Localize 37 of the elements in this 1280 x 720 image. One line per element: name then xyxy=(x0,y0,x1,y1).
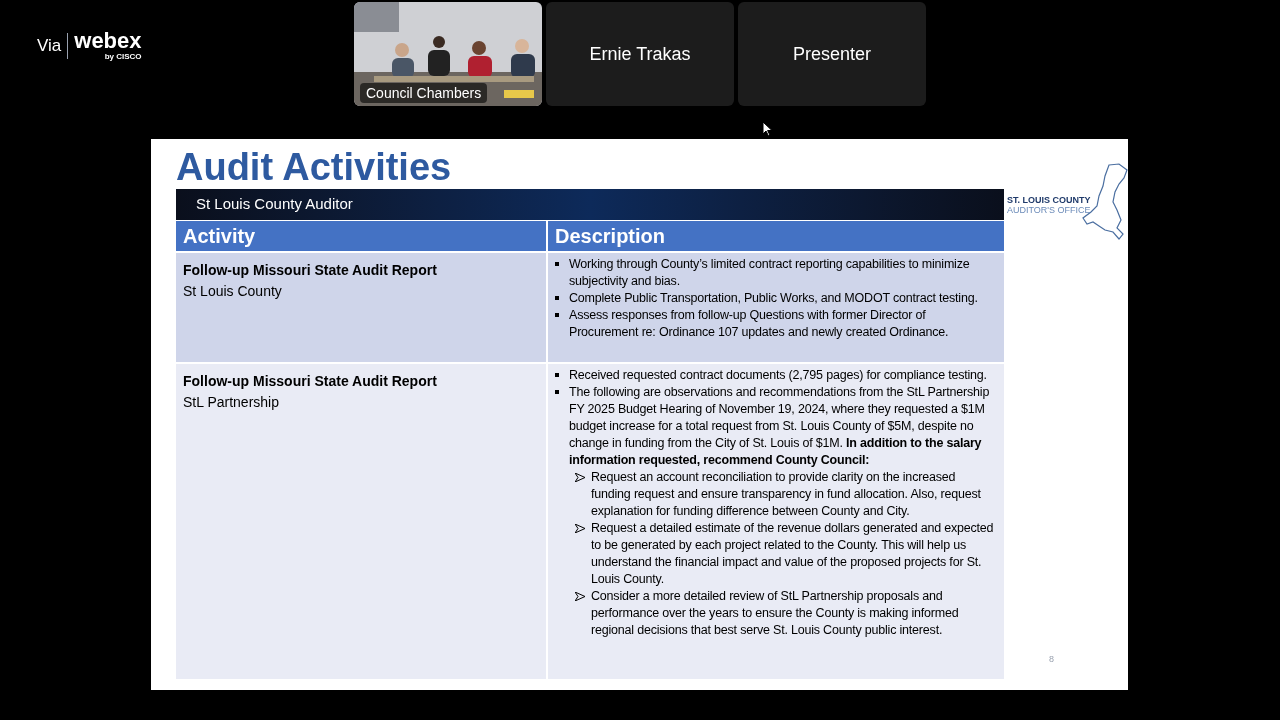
description-text: Request a detailed estimate of the revenue dollars generated and expected to be generated by each project related to the County. This will help us understand the financial impact and value of the proposed projects for St. Louis County. xyxy=(591,520,995,588)
bullet-icon xyxy=(555,313,559,317)
description-text: Consider a more detailed review of StL Partnership proposals and performance over the years to ensure the County is making informed regional decisions that best serve St. Louis County public interest. xyxy=(591,588,960,639)
arrow-bullet-icon xyxy=(575,524,585,533)
page-number: 8 xyxy=(1049,653,1054,666)
logo-line: AUDITOR'S OFFICE xyxy=(1007,205,1091,215)
participant-name: Ernie Trakas xyxy=(589,42,691,66)
column-header: Description xyxy=(548,221,1004,251)
description-text: The following are observations and recommendations from the StL Partnership FY 2025 Budget Hearing of November 19, 2024, where they requested a $1M budget increase for a total request from St. Louis County of $5M, despite no change in funding from the City of St. Louis of $1M. In addition to the salary information requested, recommend County Council: xyxy=(569,384,991,469)
bullet-icon xyxy=(555,390,559,394)
participant-name: Presenter xyxy=(792,42,871,66)
activity-entity: StL Partnership xyxy=(183,393,280,412)
arrow-bullet-icon xyxy=(575,592,585,601)
bullet-icon xyxy=(555,262,559,266)
arrow-bullet-icon xyxy=(575,473,585,482)
video-tile[interactable]: Presenter xyxy=(738,2,926,106)
logo-line: ST. LOUIS COUNTY xyxy=(1007,195,1091,205)
bullet-icon xyxy=(555,296,559,300)
webex-logo: webex xyxy=(74,30,142,52)
activity-title: Follow-up Missouri State Audit Report xyxy=(183,261,438,280)
video-tile[interactable]: Ernie Trakas xyxy=(546,2,734,106)
tile-label: Council Chambers xyxy=(360,83,488,103)
description-text: Assess responses from follow-up Questions with former Director of Procurement re: Ordinance 107 updates and newly created Ordinance. xyxy=(569,307,950,341)
activity-entity: St Louis County xyxy=(183,282,283,301)
banner-text: St Louis County Auditor xyxy=(196,194,353,215)
description-text: Working through County’s limited contract reporting capabilities to minimize subjectivity and bias. xyxy=(569,256,971,290)
bullet-icon xyxy=(555,373,559,377)
slide-title: Audit Activities xyxy=(176,145,453,189)
via-label: Via xyxy=(37,34,62,57)
logo-subtitle: by CISCO xyxy=(104,52,142,61)
cursor-icon xyxy=(762,121,773,137)
activity-title: Follow-up Missouri State Audit Report xyxy=(183,372,438,391)
video-tile[interactable]: Council Chambers xyxy=(354,2,542,106)
description-text: Request an account reconciliation to provide clarity on the increased funding request and ensure transparency in fund allocation. Also, request explanation for funding difference between County and City. xyxy=(591,469,982,520)
description-text: Complete Public Transportation, Public Works, and MODOT contract testing. xyxy=(569,290,978,307)
description-text: Received requested contract documents (2,795 pages) for compliance testing. xyxy=(569,367,987,384)
column-header: Activity xyxy=(176,221,546,251)
